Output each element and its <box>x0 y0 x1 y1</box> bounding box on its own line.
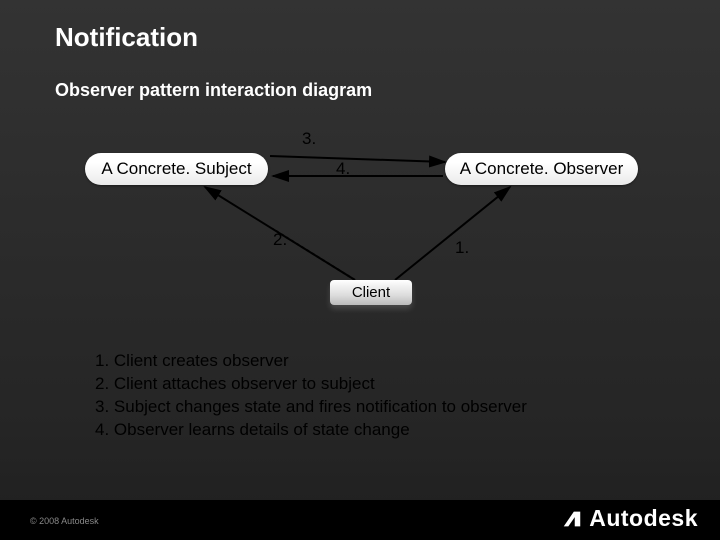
copyright-text: © 2008 Autodesk <box>30 516 99 526</box>
label-4: 4. <box>336 159 350 179</box>
brand-text: Autodesk <box>589 505 698 532</box>
node-concrete-subject: A Concrete. Subject <box>85 153 268 185</box>
step-3: 3. Subject changes state and fires notif… <box>95 396 527 419</box>
footer-bar: © 2008 Autodesk Autodesk <box>0 500 720 540</box>
steps-list: 1. Client creates observer 2. Client att… <box>95 350 527 442</box>
interaction-diagram: A Concrete. Subject A Concrete. Observer… <box>55 125 665 325</box>
slide: Notification Observer pattern interactio… <box>0 0 720 540</box>
page-title: Notification <box>55 22 198 53</box>
label-2: 2. <box>273 230 287 250</box>
brand-logo: Autodesk <box>561 505 698 532</box>
label-1: 1. <box>455 238 469 258</box>
node-client: Client <box>330 280 412 305</box>
step-1: 1. Client creates observer <box>95 350 527 373</box>
autodesk-icon <box>561 508 583 530</box>
node-concrete-observer: A Concrete. Observer <box>445 153 638 185</box>
section-subtitle: Observer pattern interaction diagram <box>55 80 372 101</box>
step-4: 4. Observer learns details of state chan… <box>95 419 527 442</box>
label-3: 3. <box>302 129 316 149</box>
step-2: 2. Client attaches observer to subject <box>95 373 527 396</box>
